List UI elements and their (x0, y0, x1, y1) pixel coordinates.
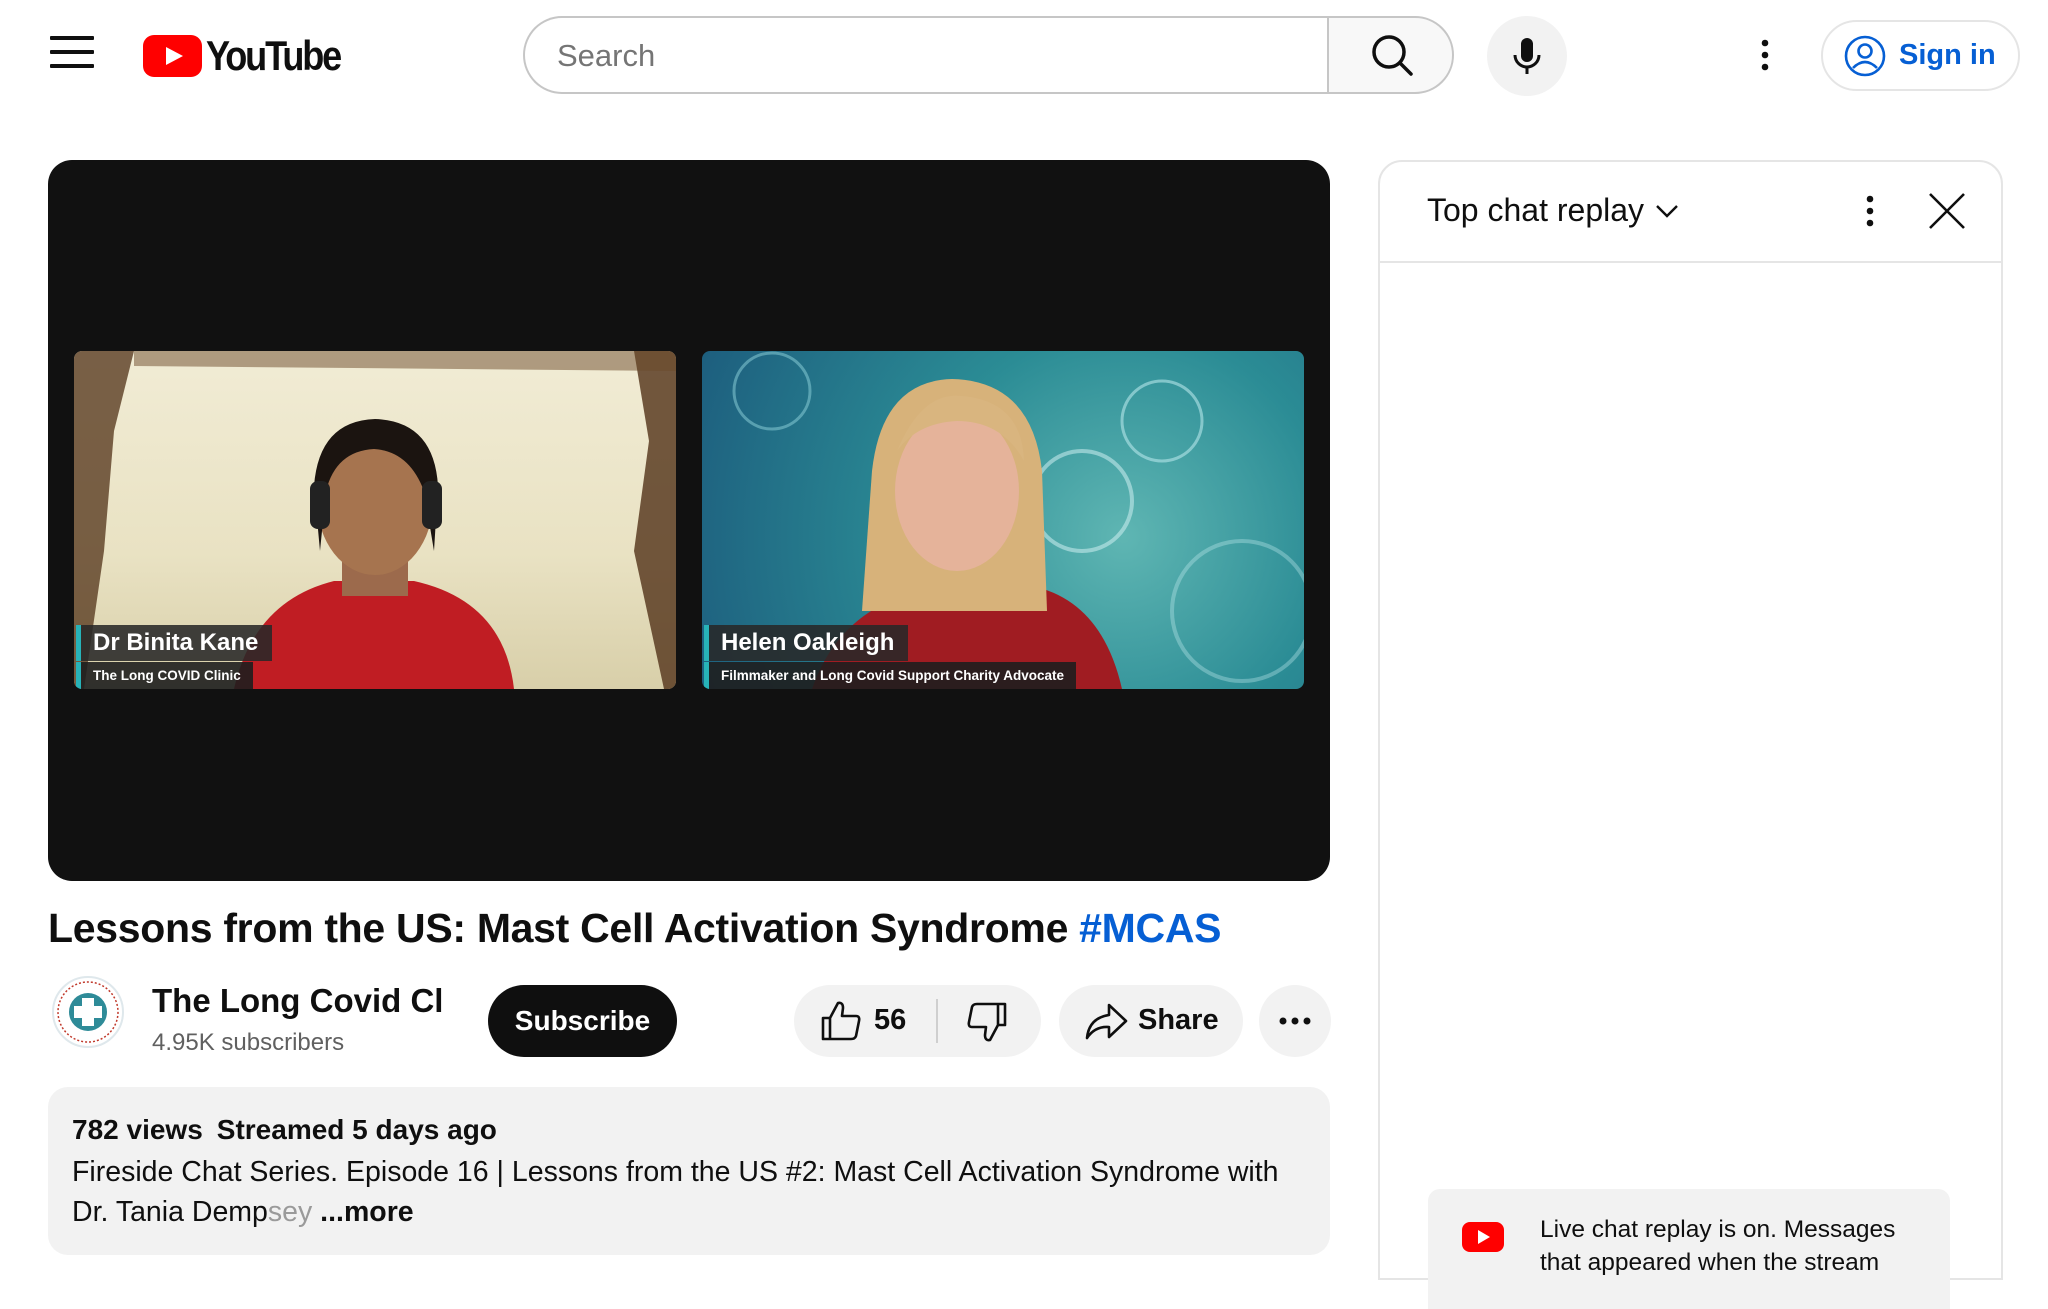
like-button[interactable]: 56 (794, 985, 936, 1057)
live-chat-panel: Top chat replay Live chat replay is on. … (1378, 160, 2003, 1309)
description-snippet-fade: sey (267, 1196, 313, 1228)
video-title: Lessons from the US: Mast Cell Activatio… (48, 905, 1222, 952)
search-input[interactable] (555, 32, 1299, 80)
like-count: 56 (874, 1004, 907, 1036)
participant-tile-left: Dr Binita Kane The Long COVID Clinic (74, 351, 676, 689)
participant-name: Helen Oakleigh (704, 625, 909, 661)
dislike-button[interactable] (938, 985, 1041, 1057)
chat-close-button[interactable] (1924, 188, 1970, 234)
share-button[interactable]: Share (1059, 985, 1243, 1057)
more-actions-button[interactable] (1259, 985, 1331, 1057)
search-icon (1372, 35, 1413, 76)
share-arrow-icon (1085, 1003, 1128, 1040)
subscriber-count: 4.95K subscribers (152, 1029, 345, 1056)
account-icon (1844, 35, 1886, 76)
vertical-dots-icon (1866, 195, 1874, 227)
thumbs-down-icon (967, 1002, 1007, 1042)
chevron-down-icon (1656, 204, 1678, 218)
chat-notice-text: Live chat replay is on. Messages that ap… (1540, 1216, 1896, 1276)
search-button[interactable] (1327, 16, 1454, 94)
share-label: Share (1138, 1004, 1219, 1036)
description-snippet: Fireside Chat Series. Episode 16 | Lesso… (72, 1156, 1279, 1228)
channel-avatar[interactable] (52, 976, 124, 1048)
voice-search-button[interactable] (1487, 16, 1567, 96)
stream-date: Streamed 5 days ago (216, 1114, 497, 1145)
like-dislike-group: 56 (794, 985, 1041, 1057)
chat-more-button[interactable] (1850, 184, 1890, 238)
participant-role: Filmmaker and Long Covid Support Charity… (704, 662, 1077, 689)
channel-name[interactable]: The Long Covid Cl... (152, 982, 442, 1020)
thumbs-up-icon (821, 1001, 861, 1041)
description-text: Fireside Chat Series. Episode 16 | Lesso… (72, 1152, 1312, 1232)
view-count: 782 views (72, 1114, 203, 1145)
show-more-button[interactable]: ...more (312, 1196, 413, 1228)
sign-in-button[interactable]: Sign in (1821, 20, 2020, 91)
clinic-logo-icon (57, 981, 119, 1043)
vertical-dots-icon (1761, 39, 1769, 71)
horizontal-dots-icon (1279, 1017, 1311, 1025)
microphone-icon (1513, 38, 1541, 74)
youtube-play-icon (143, 35, 202, 77)
logo-text: YouTube (206, 32, 342, 79)
guide-menu-button[interactable] (50, 36, 94, 74)
video-player[interactable]: Dr Binita Kane The Long COVID Clinic Hel… (48, 160, 1330, 881)
subscribe-button[interactable]: Subscribe (488, 985, 677, 1057)
chat-mode-label: Top chat replay (1427, 192, 1645, 228)
participant-role: The Long COVID Clinic (76, 662, 253, 689)
sign-in-label: Sign in (1899, 39, 1996, 71)
description-stats: 782 views Streamed 5 days ago (72, 1114, 497, 1146)
description-box[interactable]: 782 views Streamed 5 days ago Fireside Ch… (48, 1087, 1330, 1255)
chat-mode-dropdown[interactable]: Top chat replay (1427, 192, 1682, 229)
participant-name: Dr Binita Kane (76, 625, 273, 661)
chat-replay-notice: Live chat replay is on. Messages that ap… (1428, 1189, 1950, 1309)
search-box (523, 16, 1327, 94)
participant-tile-right: Helen Oakleigh Filmmaker and Long Covid … (702, 351, 1304, 689)
settings-more-button[interactable] (1745, 30, 1785, 80)
hashtag-link[interactable]: #MCAS (1079, 905, 1221, 951)
youtube-play-icon (1462, 1222, 1504, 1252)
chat-header: Top chat replay (1380, 162, 2001, 263)
youtube-logo[interactable]: YouTube (143, 32, 362, 79)
close-icon (1929, 193, 1965, 229)
video-title-text: Lessons from the US: Mast Cell Activatio… (48, 905, 1069, 951)
